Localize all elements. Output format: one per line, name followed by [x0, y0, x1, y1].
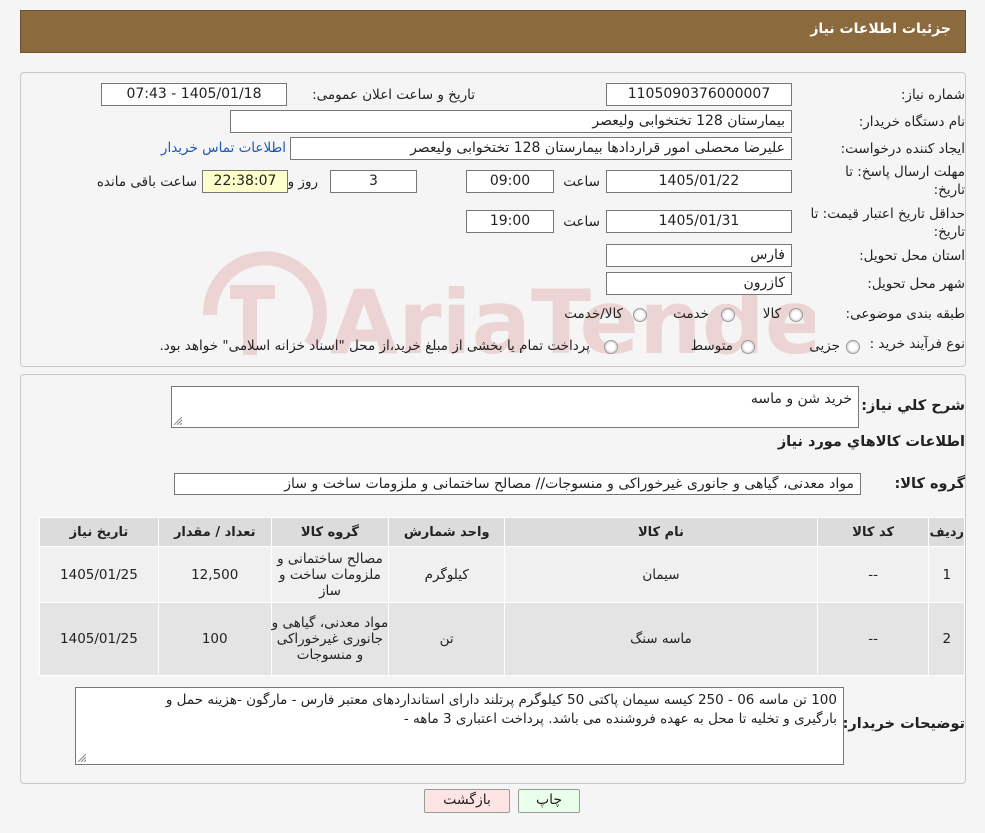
cell-index: 1 — [928, 546, 965, 603]
validity-time-field: 19:00 — [466, 210, 554, 233]
requester-field: علیرضا محصلی امور قراردادها بیمارستان 12… — [290, 137, 792, 160]
resize-grip-icon — [174, 417, 182, 425]
province-field: فارس — [606, 244, 792, 267]
buyer-org-field: بیمارستان 128 تختخوابی ولیعصر — [230, 110, 792, 133]
category-label: طبقه بندی موضوعی: — [845, 306, 965, 322]
deadline-label-line2: تاریخ: — [933, 182, 965, 198]
category-option-service-label: خدمت — [673, 306, 709, 322]
resize-grip-icon — [78, 754, 86, 762]
page-header: جزئیات اطلاعات نیاز — [20, 10, 966, 53]
process-option-medium-radio[interactable] — [741, 340, 755, 354]
cell-qty: 100 — [157, 602, 272, 676]
col-header-index: رديف — [928, 517, 965, 547]
deadline-date-field: 1405/01/22 — [606, 170, 792, 193]
goods-group-label: گروه کالا: — [894, 476, 965, 492]
col-header-date: تاریخ نیاز — [39, 517, 159, 547]
cell-name: ماسه سنگ — [504, 602, 818, 676]
cell-index: 2 — [928, 602, 965, 676]
col-header-name: نام کالا — [504, 517, 818, 547]
process-option-small-label: جزیی — [809, 338, 840, 354]
summary-label: شرح کلي نياز: — [861, 398, 965, 414]
col-header-group: گروه کالا — [270, 517, 390, 547]
summary-textarea: خرید شن و ماسه — [171, 386, 859, 428]
cell-code: -- — [816, 602, 930, 676]
cell-date: 1405/01/25 — [39, 546, 159, 603]
col-header-qty: تعداد / مقدار — [157, 517, 272, 547]
goods-group-field: مواد معدنی، گیاهی و جانوری غیرخوراکی و م… — [174, 473, 861, 495]
col-header-code: کد کالا — [816, 517, 930, 547]
remaining-time-label: ساعت باقی مانده — [96, 174, 197, 190]
process-option-small-radio[interactable] — [846, 340, 860, 354]
validity-label-line2: تاریخ: — [933, 224, 965, 240]
remaining-time-field: 22:38:07 — [202, 170, 288, 193]
print-button[interactable]: چاپ — [518, 789, 580, 813]
announce-label: تاریخ و ساعت اعلان عمومی: — [312, 87, 475, 103]
cell-group: مصالح ساختمانی و ملزومات ساخت و ساز — [270, 546, 390, 603]
cell-unit: تن — [388, 602, 506, 676]
table-row: 2 -- ماسه سنگ تن مواد معدنی، گیاهی و جان… — [39, 602, 965, 676]
process-label: نوع فرآیند خرید : — [869, 336, 965, 352]
back-button[interactable]: بازگشت — [424, 789, 510, 813]
requester-label: ایجاد کننده درخواست: — [840, 141, 965, 157]
process-option-medium-label: متوسط — [690, 338, 733, 354]
page-title: جزئیات اطلاعات نیاز — [810, 21, 951, 37]
goods-table-header: رديف کد کالا نام کالا واحد شمارش گروه کا… — [39, 517, 965, 547]
cell-qty: 12,500 — [157, 546, 272, 603]
process-option-treasury-radio[interactable] — [604, 340, 618, 354]
deadline-days-field: 3 — [330, 170, 417, 193]
buyer-notes-label: توضیحات خریدار: — [842, 716, 965, 732]
deadline-label-line1: مهلت ارسال پاسخ: تا — [845, 164, 965, 180]
buyer-contact-link[interactable]: اطلاعات تماس خریدار — [161, 140, 286, 156]
announce-field: 1405/01/18 - 07:43 — [101, 83, 287, 106]
category-option-both-label: کالا/خدمت — [564, 306, 623, 322]
category-option-service-radio[interactable] — [721, 308, 735, 322]
cell-group: مواد معدنی، گیاهی و جانوری غیرخوراکی و م… — [270, 602, 390, 676]
goods-table: رديف کد کالا نام کالا واحد شمارش گروه کا… — [39, 517, 965, 676]
validity-time-label: ساعت — [563, 214, 600, 230]
goods-section-title: اطلاعات کالاهاي مورد نياز — [777, 434, 965, 450]
cell-date: 1405/01/25 — [39, 602, 159, 676]
buyer-notes-line1: 100 تن ماسه 06 - 250 کیسه سیمان پاکتی 50… — [165, 692, 837, 708]
validity-date-field: 1405/01/31 — [606, 210, 792, 233]
process-note: پرداخت تمام یا بخشی از مبلغ خرید،از محل … — [159, 338, 590, 354]
cell-code: -- — [816, 546, 930, 603]
cell-unit: کیلوگرم — [388, 546, 506, 603]
deadline-time-label: ساعت — [563, 174, 600, 190]
buyer-notes-textarea: 100 تن ماسه 06 - 250 کیسه سیمان پاکتی 50… — [75, 687, 844, 765]
col-header-unit: واحد شمارش — [388, 517, 506, 547]
category-option-both-radio[interactable] — [633, 308, 647, 322]
province-label: استان محل تحویل: — [859, 248, 965, 264]
deadline-time-field: 09:00 — [466, 170, 554, 193]
buyer-notes-line2: بارگیری و تخلیه تا محل به عهده فروشنده م… — [403, 711, 837, 727]
need-number-field: 1105090376000007 — [606, 83, 792, 106]
need-number-label: شماره نیاز: — [900, 87, 965, 103]
buyer-org-label: نام دستگاه خریدار: — [858, 114, 965, 130]
category-option-goods-radio[interactable] — [789, 308, 803, 322]
summary-text: خرید شن و ماسه — [750, 391, 852, 407]
category-option-goods-label: کالا — [762, 306, 781, 322]
city-label: شهر محل تحویل: — [867, 276, 965, 292]
cell-name: سیمان — [504, 546, 818, 603]
deadline-days-label: روز و — [287, 174, 318, 190]
city-field: کازرون — [606, 272, 792, 295]
validity-label-line1: حداقل تاریخ اعتبار قیمت: تا — [810, 206, 965, 222]
table-row: 1 -- سیمان کیلوگرم مصالح ساختمانی و ملزو… — [39, 546, 965, 603]
